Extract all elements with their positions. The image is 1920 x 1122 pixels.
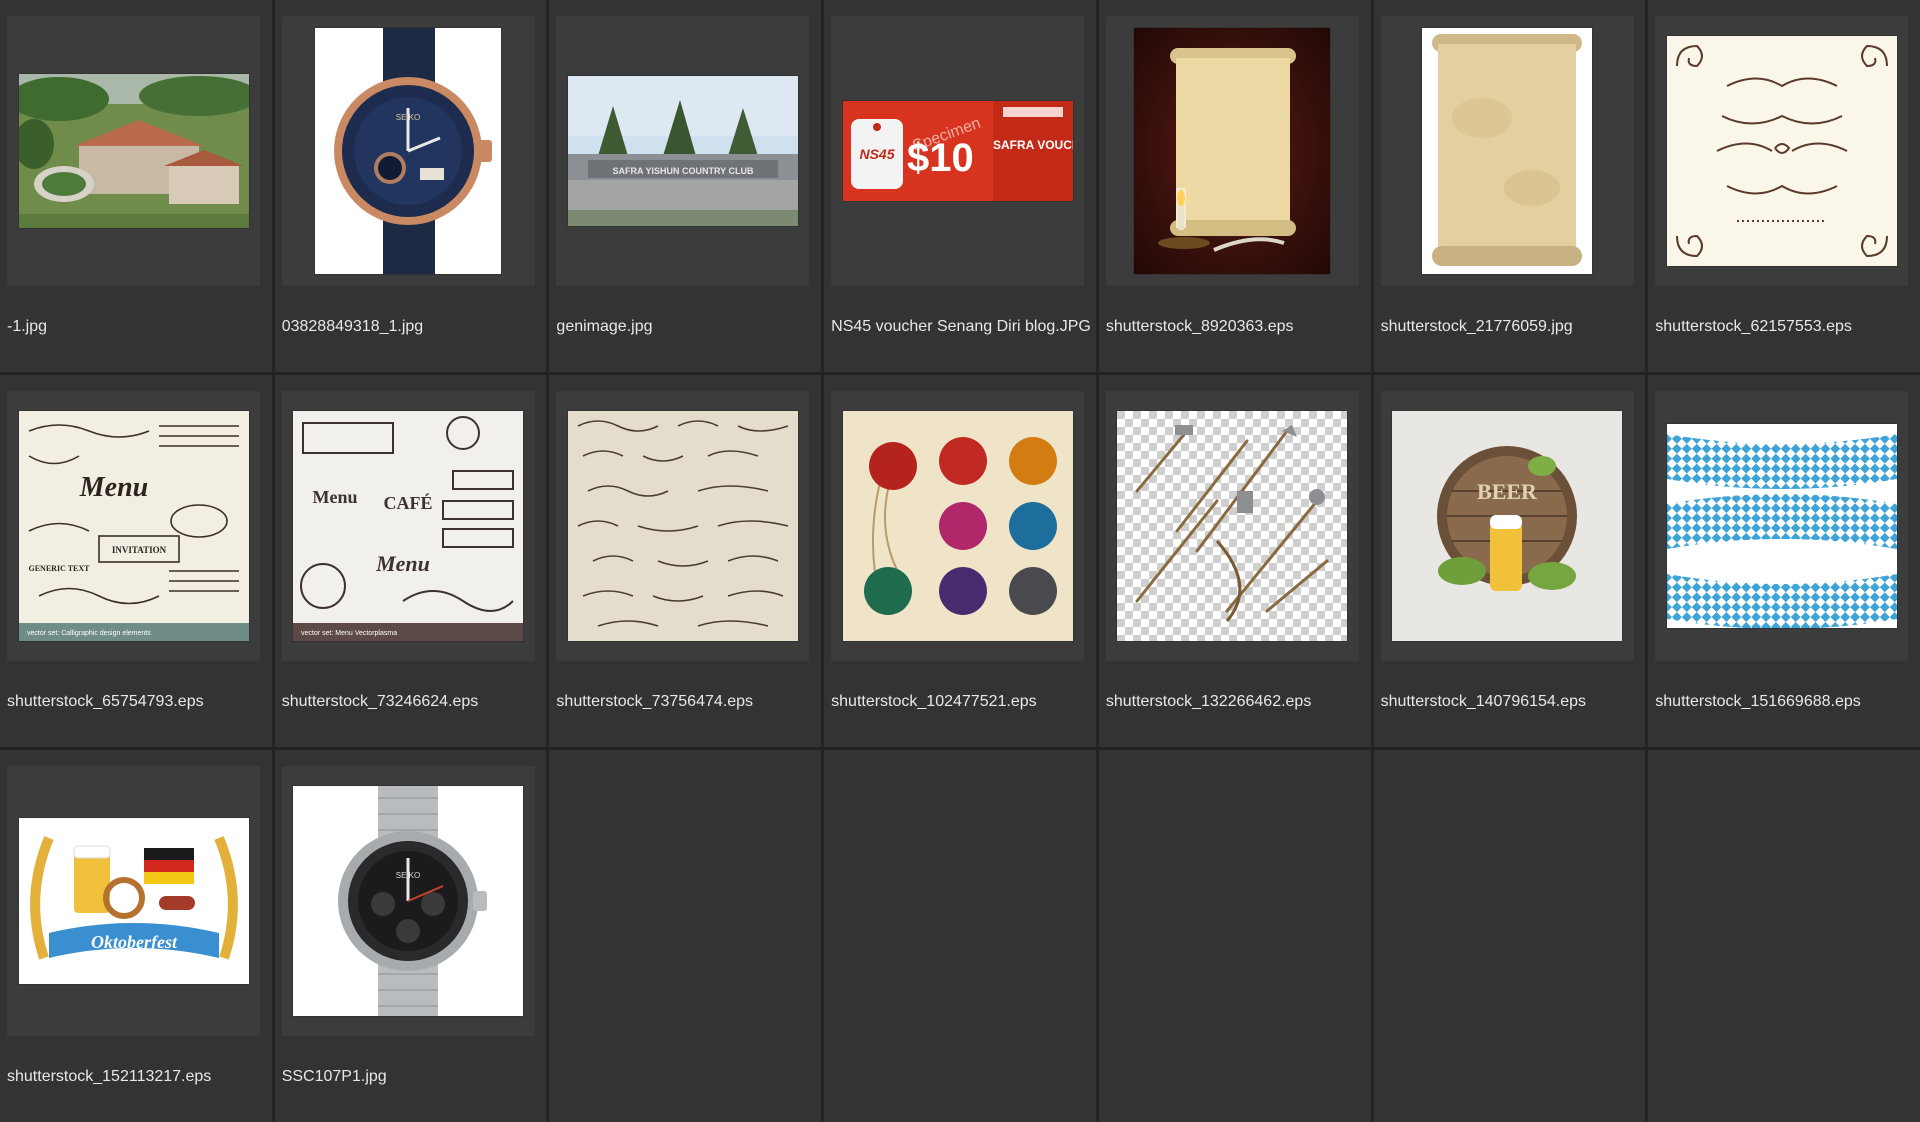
thumbnail-frame[interactable]: BEER — [1380, 391, 1634, 661]
aerial-clubhouse-thumbnail — [18, 74, 249, 228]
file-tile[interactable]: Menu INVITATION GENERIC TEXT vector set:… — [0, 375, 272, 747]
watch-brand-text: SEIKO — [396, 113, 420, 122]
invitation-word-text: INVITATION — [111, 545, 166, 555]
country-club-entrance-thumbnail: SAFRA YISHUN COUNTRY CLUB — [567, 76, 798, 226]
beer-barrel-thumbnail: BEER — [1392, 411, 1623, 641]
ornate-frame-thumbnail — [1666, 36, 1897, 266]
thumbnail-frame[interactable] — [1655, 391, 1909, 661]
empty-tile — [1098, 750, 1371, 1122]
file-name[interactable]: shutterstock_8920363.eps — [1106, 318, 1294, 336]
file-tile[interactable]: shutterstock_102477521.eps — [824, 375, 1096, 747]
oktoberfest-badge-thumbnail: Oktoberfest — [18, 818, 249, 984]
medieval-weapons-thumbnail — [1117, 411, 1348, 641]
thumbnail-frame[interactable] — [1105, 391, 1359, 661]
file-tile[interactable]: shutterstock_73756474.eps — [549, 375, 822, 747]
empty-tile — [824, 750, 1096, 1122]
file-tile[interactable]: Menu CAFÉ Menu vector set: Menu Vectorpl… — [274, 375, 547, 747]
thumbnail-frame[interactable] — [556, 391, 810, 661]
thumbnail-frame[interactable] — [1105, 16, 1359, 286]
thumbnail-frame[interactable] — [831, 391, 1085, 661]
file-name[interactable]: shutterstock_151669688.eps — [1655, 693, 1860, 711]
thumbnail-frame[interactable] — [1380, 16, 1634, 286]
file-tile[interactable]: -1.jpg — [0, 0, 272, 372]
file-tile[interactable]: SEIKO 03828849318_1.jpg — [274, 0, 547, 372]
thumbnail-frame[interactable]: Oktoberfest — [7, 766, 260, 1036]
file-name[interactable]: genimage.jpg — [556, 318, 652, 336]
vector-set-caption: vector set: Calligraphic design elements — [27, 630, 151, 637]
thumbnail-frame[interactable]: NS45 $10 SAFRA VOUCHER Specimen — [831, 16, 1085, 286]
empty-tile — [1373, 750, 1646, 1122]
thumbnail-frame[interactable]: SEIKO — [281, 16, 535, 286]
wax-seals-thumbnail — [842, 411, 1073, 641]
menu-word-text: Menu — [78, 472, 147, 503]
thumbnail-frame[interactable]: Menu CAFÉ Menu vector set: Menu Vectorpl… — [281, 391, 535, 661]
file-tile[interactable]: shutterstock_62157553.eps — [1648, 0, 1920, 372]
thumbnail-frame[interactable]: SEIKO — [281, 766, 535, 1036]
cafe-word-text: CAFÉ — [384, 492, 433, 513]
menu-word-text-2: Menu — [313, 487, 358, 507]
file-name[interactable]: shutterstock_62157553.eps — [1655, 318, 1852, 336]
file-name[interactable]: shutterstock_132266462.eps — [1106, 693, 1311, 711]
rose-gold-watch-thumbnail: SEIKO — [315, 28, 502, 274]
file-tile[interactable]: SAFRA YISHUN COUNTRY CLUB genimage.jpg — [549, 0, 822, 372]
calligraphic-elements-thumbnail: Menu INVITATION GENERIC TEXT vector set:… — [18, 411, 249, 641]
vector-set-caption-2: vector set: Menu Vectorplasma — [301, 630, 397, 637]
watch-brand-text-2: SEIKO — [396, 871, 420, 880]
file-name[interactable]: shutterstock_102477521.eps — [831, 693, 1036, 711]
empty-tile — [549, 750, 822, 1122]
club-sign-text: SAFRA YISHUN COUNTRY CLUB — [612, 166, 754, 176]
file-tile[interactable]: shutterstock_151669688.eps — [1648, 375, 1920, 747]
file-tile[interactable]: Oktoberfest shutterstock_152113217.eps — [0, 750, 272, 1122]
thumbnail-frame[interactable]: Menu INVITATION GENERIC TEXT vector set:… — [7, 391, 260, 661]
file-name[interactable]: 03828849318_1.jpg — [282, 318, 423, 336]
oktoberfest-word-text: Oktoberfest — [91, 932, 178, 952]
file-name[interactable]: -1.jpg — [7, 318, 47, 336]
empty-tile — [1648, 750, 1920, 1122]
file-name[interactable]: shutterstock_65754793.eps — [7, 693, 204, 711]
file-name[interactable]: shutterstock_73246624.eps — [282, 693, 479, 711]
file-tile[interactable]: SEIKO SSC107P1.jpg — [274, 750, 547, 1122]
file-name[interactable]: shutterstock_73756474.eps — [556, 693, 753, 711]
beer-word-text: BEER — [1477, 479, 1538, 504]
file-name[interactable]: shutterstock_21776059.jpg — [1381, 318, 1573, 336]
bavarian-ribbon-thumbnail — [1666, 424, 1897, 628]
file-name[interactable]: shutterstock_140796154.eps — [1381, 693, 1586, 711]
steel-watch-thumbnail: SEIKO — [293, 786, 524, 1016]
file-tile[interactable]: NS45 $10 SAFRA VOUCHER Specimen NS45 vou… — [824, 0, 1096, 372]
file-tile[interactable]: BEER shutterstock_140796154.eps — [1373, 375, 1646, 747]
voucher-title-text: SAFRA VOUCHER — [993, 138, 1073, 152]
menu-script-text: Menu — [375, 551, 430, 576]
file-tile[interactable]: shutterstock_8920363.eps — [1098, 0, 1371, 372]
parchment-scroll-thumbnail — [1422, 28, 1593, 274]
voucher-thumbnail: NS45 $10 SAFRA VOUCHER Specimen — [842, 101, 1073, 201]
file-tile[interactable]: shutterstock_21776059.jpg — [1373, 0, 1646, 372]
generic-text-label: GENERIC TEXT — [28, 564, 90, 573]
file-name[interactable]: shutterstock_152113217.eps — [7, 1068, 211, 1086]
file-name[interactable]: NS45 voucher Senang Diri blog.JPG — [831, 318, 1091, 336]
thumbnail-frame[interactable]: SAFRA YISHUN COUNTRY CLUB — [556, 16, 810, 286]
file-browser-grid: -1.jpg SEIKO 03828849318_1.jpg SAFRA YIS… — [0, 0, 1920, 1122]
voucher-brand-text: NS45 — [859, 146, 894, 162]
thumbnail-frame[interactable] — [1655, 16, 1909, 286]
swirl-ornaments-thumbnail — [567, 411, 798, 641]
menu-cafe-elements-thumbnail: Menu CAFÉ Menu vector set: Menu Vectorpl… — [293, 411, 524, 641]
thumbnail-frame[interactable] — [7, 16, 260, 286]
scroll-candle-thumbnail — [1134, 28, 1331, 274]
file-tile[interactable]: shutterstock_132266462.eps — [1098, 375, 1371, 747]
file-name[interactable]: SSC107P1.jpg — [282, 1068, 387, 1086]
